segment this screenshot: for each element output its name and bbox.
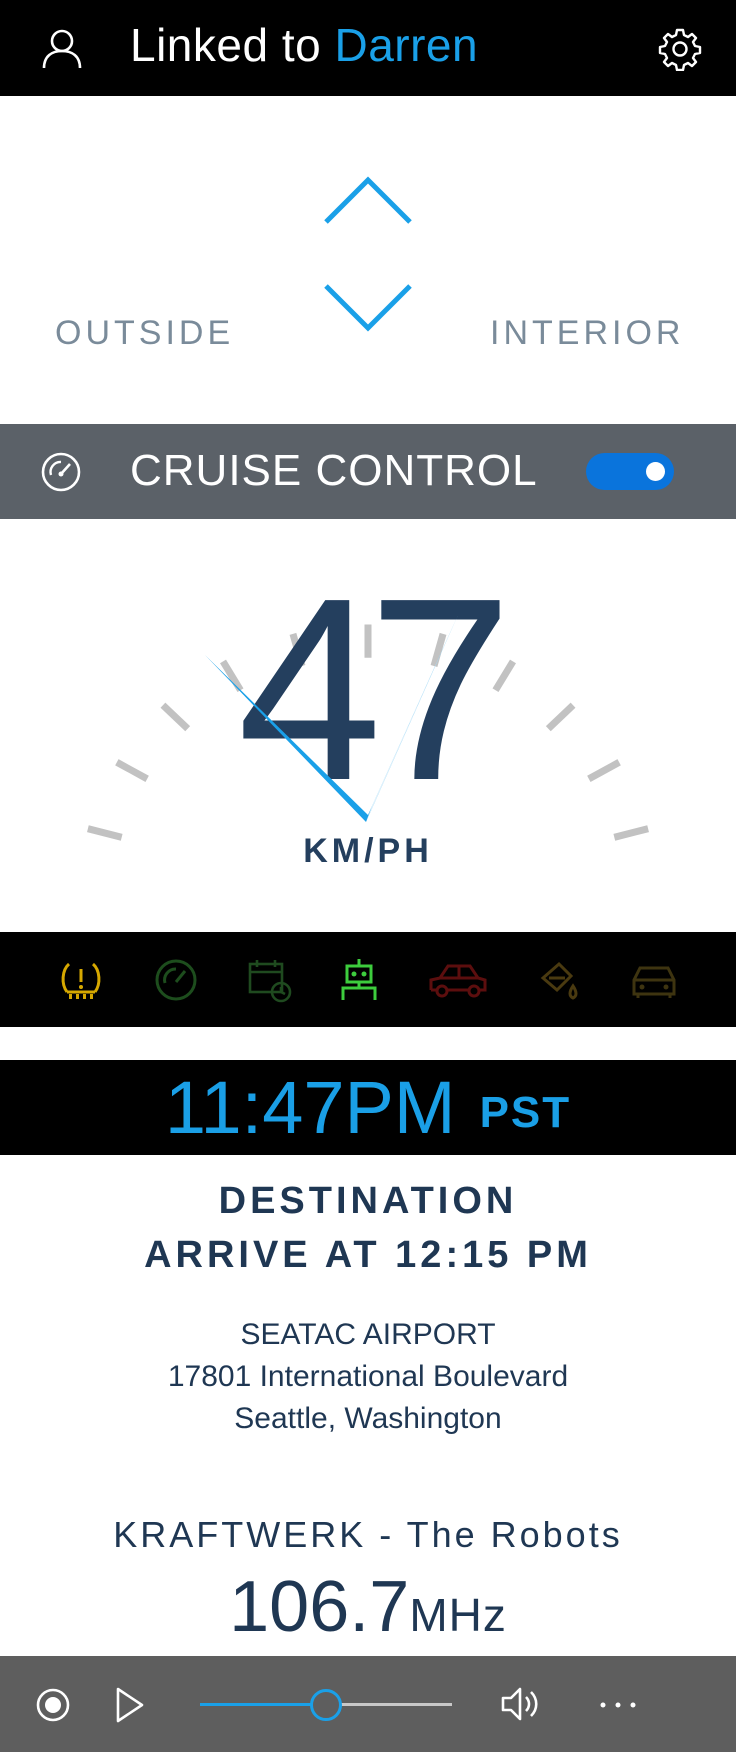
time-display: 11:47PM PST: [0, 1060, 736, 1155]
car-side-icon[interactable]: [428, 956, 488, 1004]
linked-name[interactable]: Darren: [334, 19, 478, 71]
play-icon[interactable]: [114, 1686, 146, 1724]
cruise-control-toggle[interactable]: [586, 453, 674, 490]
speed-unit: KM/PH: [303, 832, 433, 870]
cruise-control-bar: CRUISE CONTROL: [0, 424, 736, 519]
speedometer-icon: [41, 452, 81, 492]
top-bar: Linked to Darren: [0, 0, 736, 96]
frequency-value: 106.7: [229, 1567, 410, 1647]
chevron-down-icon[interactable]: [320, 278, 416, 338]
destination-place[interactable]: SEATAC AIRPORT: [0, 1318, 736, 1352]
chevron-up-icon[interactable]: [320, 170, 416, 230]
destination-street: 17801 International Boulevard: [167, 1360, 569, 1393]
car-front-icon[interactable]: [630, 956, 678, 1004]
volume-icon[interactable]: [500, 1684, 544, 1724]
time-zone: PST: [479, 1088, 572, 1137]
calendar-clock-icon[interactable]: [246, 956, 294, 1004]
toggle-knob: [646, 462, 665, 481]
interior-label[interactable]: INTERIOR: [490, 314, 684, 353]
time-bar: 11:47PM PST: [0, 1060, 736, 1155]
destination-city: Seattle, Washington: [234, 1402, 502, 1435]
now-playing-song: KRAFTWERK - The Robots: [113, 1514, 623, 1555]
media-controls: [0, 1656, 736, 1752]
seek-progress: [200, 1703, 326, 1706]
oil-can-icon[interactable]: [537, 956, 585, 1004]
linked-status: Linked to Darren: [130, 18, 478, 72]
arrival-time: ARRIVE AT 12:15 PM: [144, 1234, 592, 1276]
person-icon[interactable]: [40, 26, 84, 70]
vehicle-status-bar: [0, 932, 736, 1027]
destination-heading: DESTINATION: [218, 1180, 518, 1222]
outside-label[interactable]: OUTSIDE: [55, 314, 234, 353]
record-icon[interactable]: [34, 1686, 72, 1724]
clock-value: 11:47PM: [164, 1066, 456, 1149]
gear-icon[interactable]: [658, 27, 702, 71]
speedometer-status-icon[interactable]: [152, 956, 200, 1004]
more-icon[interactable]: [598, 1700, 638, 1710]
cruise-control-label: CRUISE CONTROL: [130, 446, 538, 495]
robot-icon[interactable]: [335, 956, 383, 1004]
frequency-unit: MHz: [409, 1589, 507, 1641]
linked-prefix: Linked to: [130, 19, 322, 71]
radio-frequency: 106.7MHz: [0, 1566, 736, 1648]
tire-pressure-warning-icon[interactable]: [57, 956, 105, 1004]
seek-slider-thumb[interactable]: [310, 1689, 342, 1721]
